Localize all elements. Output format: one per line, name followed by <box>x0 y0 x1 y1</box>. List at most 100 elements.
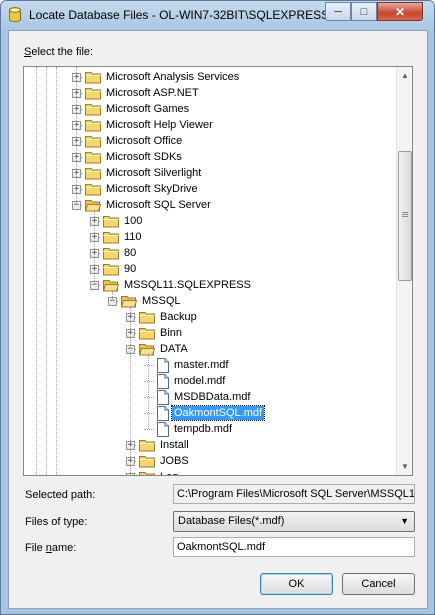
tree-folder-node[interactable]: − DATA <box>24 341 396 357</box>
folder-open-icon <box>120 295 138 308</box>
tree-folder-node[interactable]: − MSSQL11.SQLEXPRESS <box>24 277 396 293</box>
folder-icon <box>139 455 155 468</box>
tree-folder-node[interactable]: + Microsoft Help Viewer <box>24 117 396 133</box>
tree-node-label: MSDBData.mdf <box>174 391 251 403</box>
window-title: Locate Database Files - OL-WIN7-32BIT\SQ… <box>29 8 330 22</box>
tree-folder-node[interactable]: + Microsoft SDKs <box>24 149 396 165</box>
tree-folder-node[interactable]: + Microsoft SkyDrive <box>24 181 396 197</box>
folder-icon <box>139 439 155 452</box>
folder-icon <box>85 183 101 196</box>
tree-folder-node[interactable]: + Microsoft Analysis Services <box>24 69 396 85</box>
folder-icon <box>139 311 155 324</box>
folder-open-icon <box>138 343 156 356</box>
tree-node-label: Install <box>160 439 189 451</box>
tree-folder-node[interactable]: + Microsoft Office <box>24 133 396 149</box>
tree-node-label: Microsoft Office <box>106 135 183 147</box>
tree-node-label: model.mdf <box>174 375 226 387</box>
selected-path-label: Selected path: <box>25 489 96 501</box>
tree-node-label: Microsoft Help Viewer <box>106 119 213 131</box>
tree-folder-node[interactable]: + JOBS <box>24 453 396 469</box>
tree-folder-node[interactable]: +80 <box>24 245 396 261</box>
tree-node-label: master.mdf <box>174 359 229 371</box>
tree-folder-node[interactable]: +100 <box>24 213 396 229</box>
maximize-button[interactable]: □ <box>351 2 377 21</box>
close-icon: ✕ <box>394 4 406 19</box>
select-file-label: Select the file: <box>24 46 94 58</box>
tree-folder-node[interactable]: − Microsoft SQL Server <box>24 197 396 213</box>
file-icon <box>157 374 173 389</box>
maximize-icon: □ <box>360 5 368 18</box>
folder-icon <box>85 119 101 132</box>
tree-node-label: MSSQL <box>142 295 181 307</box>
scroll-up-icon: ▲ <box>401 71 409 80</box>
file-tree-content: + Microsoft Analysis Services + Microsoft A… <box>24 67 396 475</box>
ok-button[interactable]: OK <box>260 573 333 595</box>
scrollbar-thumb[interactable] <box>398 151 412 281</box>
tree-vertical-scrollbar[interactable]: ▲ ▼ <box>396 67 412 475</box>
tree-node-label: 80 <box>124 247 137 259</box>
scroll-down-icon: ▼ <box>401 462 409 471</box>
file-icon <box>157 390 173 405</box>
tree-node-label: JOBS <box>160 455 189 467</box>
tree-folder-node[interactable]: + Backup <box>24 309 396 325</box>
tree-node-label: OakmontSQL.mdf <box>170 405 266 421</box>
tree-folder-node[interactable]: − MSSQL <box>24 293 396 309</box>
tree-folder-node[interactable]: + Microsoft ASP.NET <box>24 85 396 101</box>
file-name-input[interactable]: OakmontSQL.mdf <box>173 537 415 557</box>
minimize-button[interactable]: ─ <box>325 2 351 21</box>
file-tree[interactable]: + Microsoft Analysis Services + Microsoft A… <box>23 66 413 476</box>
tree-folder-node[interactable]: +Log <box>24 469 396 475</box>
dialog-window: Locate Database Files - OL-WIN7-32BIT\SQ… <box>0 0 435 615</box>
tree-node-label: 90 <box>124 263 137 275</box>
file-icon <box>157 358 173 373</box>
tree-folder-node[interactable]: + Microsoft Games <box>24 101 396 117</box>
minimize-icon: ─ <box>334 5 342 18</box>
folder-icon <box>103 231 119 244</box>
cancel-button[interactable]: Cancel <box>342 573 415 595</box>
selected-path-field[interactable]: C:\Program Files\Microsoft SQL Server\MS… <box>173 484 415 504</box>
tree-file-node[interactable]: tempdb.mdf <box>24 421 396 437</box>
tree-folder-node[interactable]: +90 <box>24 261 396 277</box>
database-icon <box>9 7 21 23</box>
tree-folder-node[interactable]: + Install <box>24 437 396 453</box>
folder-icon <box>85 71 101 84</box>
tree-folder-node[interactable]: + Microsoft Silverlight <box>24 165 396 181</box>
chevron-down-icon: ▼ <box>400 516 409 526</box>
folder-icon <box>103 263 119 276</box>
tree-node-label: Microsoft Games <box>106 103 190 115</box>
file-icon <box>157 406 173 421</box>
folder-icon <box>85 167 101 180</box>
tree-node-label: Backup <box>160 311 197 323</box>
title-bar[interactable]: Locate Database Files - OL-WIN7-32BIT\SQ… <box>1 1 434 30</box>
tree-node-label: Microsoft Silverlight <box>106 167 202 179</box>
tree-node-label: Microsoft SQL Server <box>106 199 211 211</box>
tree-file-node[interactable]: model.mdf <box>24 373 396 389</box>
tree-node-label: DATA <box>160 343 188 355</box>
tree-node-label: Log <box>158 470 180 475</box>
file-icon <box>157 422 173 437</box>
tree-file-node[interactable]: OakmontSQL.mdf <box>24 405 396 421</box>
folder-icon <box>103 247 119 260</box>
tree-node-label: Binn <box>160 327 183 339</box>
tree-node-label: 110 <box>124 231 142 243</box>
file-name-label: File name: <box>25 542 77 554</box>
folder-icon <box>139 471 155 475</box>
folder-open-icon <box>102 279 120 292</box>
folder-icon <box>85 87 101 100</box>
folder-icon <box>139 327 155 340</box>
folder-icon <box>85 151 101 164</box>
tree-node-label: Microsoft SkyDrive <box>106 183 198 195</box>
folder-open-icon <box>84 199 102 212</box>
tree-file-node[interactable]: MSDBData.mdf <box>24 389 396 405</box>
tree-folder-node[interactable]: + Binn <box>24 325 396 341</box>
files-of-type-select[interactable]: Database Files(*.mdf) ▼ <box>173 511 415 532</box>
dialog-body: Select the file: + Microsoft Analysis Ser… <box>8 30 428 609</box>
files-of-type-value: Database Files(*.mdf) <box>178 515 285 527</box>
tree-node-label: tempdb.mdf <box>174 423 233 435</box>
tree-node-label: 100 <box>124 215 143 227</box>
scroll-down-button[interactable]: ▼ <box>397 458 412 475</box>
close-button[interactable]: ✕ <box>377 2 423 21</box>
tree-folder-node[interactable]: +110 <box>24 229 396 245</box>
scroll-up-button[interactable]: ▲ <box>397 67 412 84</box>
tree-file-node[interactable]: master.mdf <box>24 357 396 373</box>
